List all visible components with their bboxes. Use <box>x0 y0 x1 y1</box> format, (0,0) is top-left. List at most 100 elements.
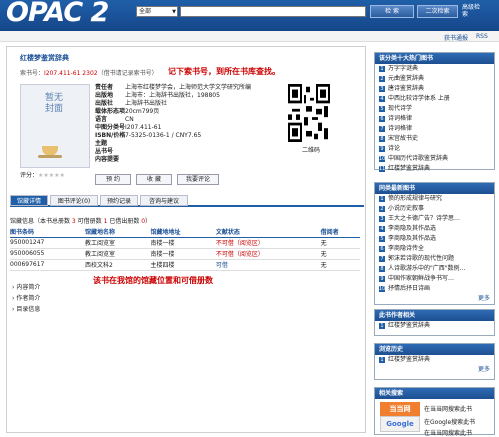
rank-icon: 6 <box>379 116 385 122</box>
info-row: 出版社 上海辞书出版社 <box>95 100 285 108</box>
item-label: 宋宫故书史 <box>388 135 419 142</box>
select-value: 全部 <box>139 8 152 15</box>
dangdang-logo[interactable]: 当当网 <box>380 402 420 416</box>
tab-consult[interactable]: 咨询与建议 <box>140 195 188 206</box>
list-item[interactable]: 4 中西比较诗学体系 上册 <box>375 94 494 104</box>
info-label: 中图分类号 <box>95 124 126 131</box>
rank-icon: 7 <box>379 126 385 132</box>
rank-icon: 5 <box>379 236 385 242</box>
tab-reservations[interactable]: 预约记录 <box>100 195 138 206</box>
list-item[interactable]: 9 诗论 <box>375 144 494 154</box>
second-search-button[interactable]: 二次检索 <box>417 5 458 18</box>
item-label: 现代诗学 <box>388 105 413 112</box>
search-google-link[interactable]: 在Google搜索此书 <box>424 417 475 426</box>
info-value: 上海辞书出版社 <box>125 100 168 107</box>
table-row: 000697617 西校文科2 主楼四楼 可借无 <box>10 259 360 271</box>
item-label: 诗论 <box>388 145 401 152</box>
list-item[interactable]: 9 中国作家朝鲜战争书写… <box>375 274 494 284</box>
favorite-button[interactable]: 收 藏 <box>136 174 172 185</box>
more-link[interactable]: 更多 <box>375 365 494 374</box>
list-item[interactable]: 6 诗词格律 <box>375 114 494 124</box>
rank-icon: 10 <box>379 156 386 162</box>
search-button[interactable]: 检 索 <box>370 5 414 18</box>
address-cell: 南楼一楼 <box>150 248 216 260</box>
tree-item[interactable]: › 内容简介 <box>12 282 40 293</box>
summary-text: 已借出册数 <box>107 218 142 225</box>
advanced-search-link[interactable]: 高级检索 <box>462 4 482 18</box>
info-label: ISBN/价格 <box>95 132 126 139</box>
opac-logo[interactable]: OPAC 2 <box>6 0 109 28</box>
rank-icon: 1 <box>379 196 385 202</box>
list-item[interactable]: 1 红楼梦鉴赏辞典 <box>375 321 494 331</box>
item-label: 元曲鉴赏辞典 <box>388 75 425 82</box>
borrower-cell: 无 <box>320 237 360 249</box>
list-item[interactable]: 1 愤的形成规律与研究 <box>375 194 494 204</box>
list-item[interactable]: 1 红楼梦鉴赏辞典 <box>375 355 494 365</box>
rank-icon: 3 <box>379 86 385 92</box>
list-item[interactable]: 7 诗词格律 <box>375 124 494 134</box>
tree-label: 内容简介 <box>16 284 41 291</box>
more-link[interactable]: 更多 <box>375 294 494 303</box>
info-value: 7-5325-0136-1 / CNY7.65 <box>125 132 202 139</box>
tab-reviews[interactable]: 图书评论(0) <box>50 195 98 206</box>
list-item[interactable]: 2 元曲鉴赏辞典 <box>375 74 494 84</box>
tree-item[interactable]: › 作者简介 <box>12 293 40 304</box>
list-item[interactable]: 3 唐诗鉴赏辞典 <box>375 84 494 94</box>
summary-text: 可借册数 <box>75 218 104 225</box>
info-value: CN <box>125 116 134 123</box>
qr-code <box>288 84 330 142</box>
rss-link[interactable]: RSS <box>476 33 488 40</box>
column-header: 馆藏地地址 <box>150 227 216 238</box>
hot-books-box: 该分类十大热门图书 1 万字字谜典 2 元曲鉴赏辞典 3 唐诗鉴赏辞典 4 中西比较诗学… <box>374 52 495 172</box>
list-item[interactable]: 7 郭沫若诗歌的现代性问题 <box>375 254 494 264</box>
new-books-link[interactable]: 获书通报 <box>444 33 468 42</box>
info-label: 出版社 <box>95 100 114 107</box>
list-item[interactable]: 3 王大之卡德广告？诗学思… <box>375 214 494 224</box>
callno-note: （借书请记录索书号） <box>97 70 158 77</box>
list-item[interactable]: 5 现代诗学 <box>375 104 494 114</box>
item-label: 中国作家朝鲜战争书写… <box>388 275 455 282</box>
item-label: 红楼梦鉴赏辞典 <box>388 322 431 329</box>
rank-icon: 4 <box>379 226 385 232</box>
star-icons[interactable]: ★★★★★ <box>38 172 65 179</box>
google-logo[interactable]: Google <box>380 416 420 432</box>
item-label: 李商隐诗传全 <box>388 245 425 252</box>
holdings-table: 图书条码 馆藏地名称 馆藏地地址 文献状态 借阅者 950001247 教工阅览室 南楼一楼… <box>10 227 360 271</box>
info-label: 主题 <box>95 140 108 147</box>
history-box: 浏览历史 1 红楼梦鉴赏辞典 更多 <box>374 343 495 380</box>
info-row: 语言 CN <box>95 116 285 124</box>
saucer-icon <box>38 155 62 158</box>
reserve-button[interactable]: 预 约 <box>95 174 131 185</box>
tab-holdings[interactable]: 馆藏详情 <box>10 195 48 206</box>
info-value: I207.411-61 <box>125 124 162 131</box>
list-item[interactable]: 6 李商隐诗传全 <box>375 244 494 254</box>
list-item[interactable]: 2 小说历史叙事 <box>375 204 494 214</box>
search-input[interactable] <box>180 6 366 17</box>
tree-item[interactable]: › 目录信息 <box>12 304 40 315</box>
info-row: 主题 <box>95 140 285 148</box>
borrower-cell: 无 <box>320 259 360 271</box>
summary-text: 馆藏信息（本书总册数 <box>10 218 72 225</box>
list-item[interactable]: 8 宋宫故书史 <box>375 134 494 144</box>
info-value: 上海市红楼梦学会，上海师范大学文学研究所编 <box>125 84 252 91</box>
annotation-callno: 记下索书号，到所在书库查找。 <box>168 66 280 76</box>
book-info: 责任者 上海市红楼梦学会，上海师范大学文学研究所编 出版地 上海市：上海辞书出版社，… <box>95 84 285 164</box>
info-row: 丛书号 <box>95 148 285 156</box>
comment-button[interactable]: 我要评论 <box>177 174 219 185</box>
list-item[interactable]: 5 李商隐及其作品选 <box>375 234 494 244</box>
list-item[interactable]: 8 人诗歌游乐中的"广西"数例… <box>375 264 494 274</box>
location-cell: 教工阅览室 <box>84 237 151 249</box>
list-item[interactable]: 10 抒情后抒日诗画 <box>375 284 494 294</box>
info-row: 出版地 上海市：上海辞书出版社，198805 <box>95 92 285 100</box>
list-item[interactable]: 4 李商隐及其作品选 <box>375 224 494 234</box>
column-header: 馆藏地名称 <box>84 227 151 238</box>
status-cell: 不可借（阅览区） <box>215 237 321 249</box>
search-type-select[interactable]: 全部 ▼ <box>136 6 178 17</box>
list-item[interactable]: 11 红楼梦鉴赏辞典 <box>375 164 494 174</box>
search-dangdang-link[interactable]: 在当当网搜索此书 <box>424 404 472 413</box>
status-cell: 不可借（阅览区） <box>215 248 321 260</box>
list-item[interactable]: 10 中国历代诗歌鉴赏辞典 <box>375 154 494 164</box>
box-title: 浏览历史 <box>375 344 494 355</box>
list-item[interactable]: 1 万字字谜典 <box>375 64 494 74</box>
info-value: 20cm799页 <box>125 108 160 115</box>
